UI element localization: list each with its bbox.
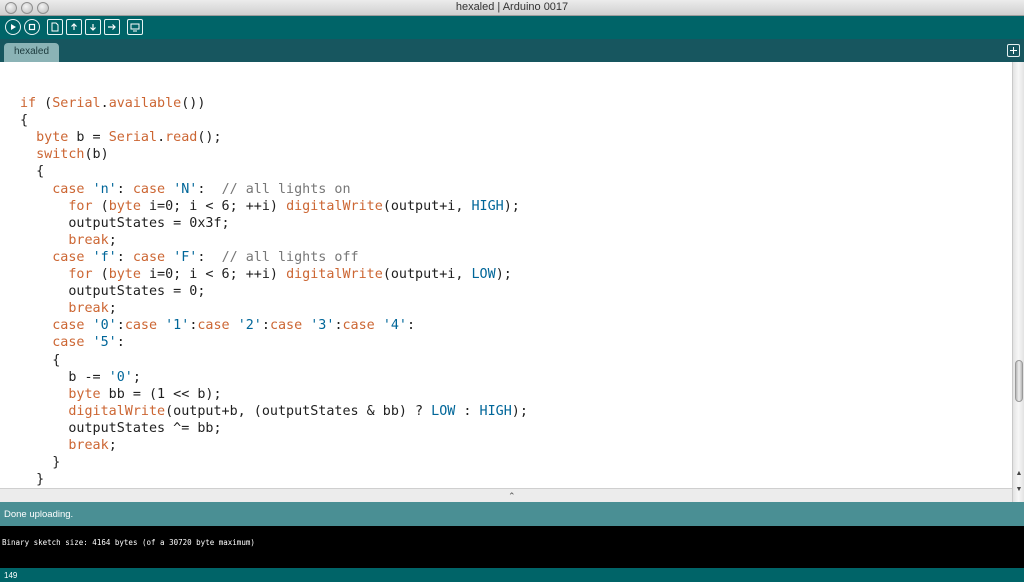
code-line[interactable]: switch(b) bbox=[20, 146, 528, 163]
console-output: Binary sketch size: 4164 bytes (of a 307… bbox=[2, 538, 255, 547]
code-line[interactable]: } bbox=[20, 454, 528, 471]
upload-icon bbox=[108, 24, 116, 30]
code-line[interactable]: byte bb = (1 << b); bbox=[20, 386, 528, 403]
vertical-scrollbar[interactable]: ▲ ▼ bbox=[1012, 62, 1024, 502]
stop-button[interactable] bbox=[24, 19, 40, 35]
save-icon bbox=[90, 24, 96, 31]
code-line[interactable] bbox=[20, 78, 528, 95]
code-line[interactable]: break; bbox=[20, 300, 528, 317]
new-file-icon bbox=[51, 22, 59, 32]
code-line[interactable]: for (byte i=0; i < 6; ++i) digitalWrite(… bbox=[20, 198, 528, 215]
scrollbar-thumb[interactable] bbox=[1015, 360, 1023, 402]
console-area: Binary sketch size: 4164 bytes (of a 307… bbox=[0, 526, 1024, 568]
code-text[interactable]: if (Serial.available()){ byte b = Serial… bbox=[20, 78, 528, 488]
code-line[interactable]: byte b = Serial.read(); bbox=[20, 129, 528, 146]
tab-bar: hexaled bbox=[0, 39, 1024, 62]
code-editor[interactable]: if (Serial.available()){ byte b = Serial… bbox=[0, 62, 1012, 488]
window-title: hexaled | Arduino 0017 bbox=[455, 1, 569, 13]
code-line[interactable]: digitalWrite(output+b, (outputStates & b… bbox=[20, 403, 528, 420]
open-icon bbox=[71, 23, 77, 30]
code-line[interactable]: if (Serial.available()) bbox=[20, 95, 528, 112]
play-icon bbox=[11, 24, 16, 30]
status-message: Done uploading. bbox=[4, 509, 74, 520]
new-button[interactable] bbox=[47, 19, 63, 35]
code-line[interactable]: } bbox=[20, 471, 528, 488]
divider-grip-icon[interactable]: ⌃ bbox=[508, 491, 516, 502]
scroll-down-arrow-icon[interactable]: ▼ bbox=[1015, 486, 1023, 494]
tab-menu-icon bbox=[1010, 47, 1017, 54]
serial-monitor-icon bbox=[130, 23, 140, 32]
footer-bar: 149 bbox=[0, 568, 1024, 582]
serial-monitor-button[interactable] bbox=[127, 19, 143, 35]
code-line[interactable]: outputStates = 0; bbox=[20, 283, 528, 300]
upload-button[interactable] bbox=[104, 19, 120, 35]
code-line[interactable]: { bbox=[20, 163, 528, 180]
line-number: 149 bbox=[4, 571, 18, 580]
status-bar: Done uploading. bbox=[0, 502, 1024, 526]
verify-button[interactable] bbox=[5, 19, 21, 35]
toolbar bbox=[0, 16, 1024, 39]
stop-icon bbox=[28, 23, 36, 31]
tab-hexaled[interactable]: hexaled bbox=[4, 43, 59, 62]
code-line[interactable]: case 'n': case 'N': // all lights on bbox=[20, 181, 528, 198]
code-line[interactable]: break; bbox=[20, 232, 528, 249]
code-line[interactable]: { bbox=[20, 112, 528, 129]
code-line[interactable]: b -= '0'; bbox=[20, 369, 528, 386]
scroll-up-arrow-icon[interactable]: ▲ bbox=[1015, 470, 1023, 478]
code-line[interactable]: case '5': bbox=[20, 334, 528, 351]
code-line[interactable]: case '0':case '1':case '2':case '3':case… bbox=[20, 317, 528, 334]
save-button[interactable] bbox=[85, 19, 101, 35]
open-button[interactable] bbox=[66, 19, 82, 35]
code-line[interactable]: for (byte i=0; i < 6; ++i) digitalWrite(… bbox=[20, 266, 528, 283]
tab-menu-button[interactable] bbox=[1007, 44, 1020, 57]
pane-divider[interactable]: ⌃ bbox=[0, 488, 1012, 502]
code-line[interactable]: { bbox=[20, 352, 528, 369]
title-bar: hexaled | Arduino 0017 bbox=[0, 0, 1024, 16]
code-line[interactable]: case 'f': case 'F': // all lights off bbox=[20, 249, 528, 266]
code-line[interactable]: outputStates ^= bb; bbox=[20, 420, 528, 437]
code-line[interactable]: break; bbox=[20, 437, 528, 454]
code-line[interactable]: outputStates = 0x3f; bbox=[20, 215, 528, 232]
